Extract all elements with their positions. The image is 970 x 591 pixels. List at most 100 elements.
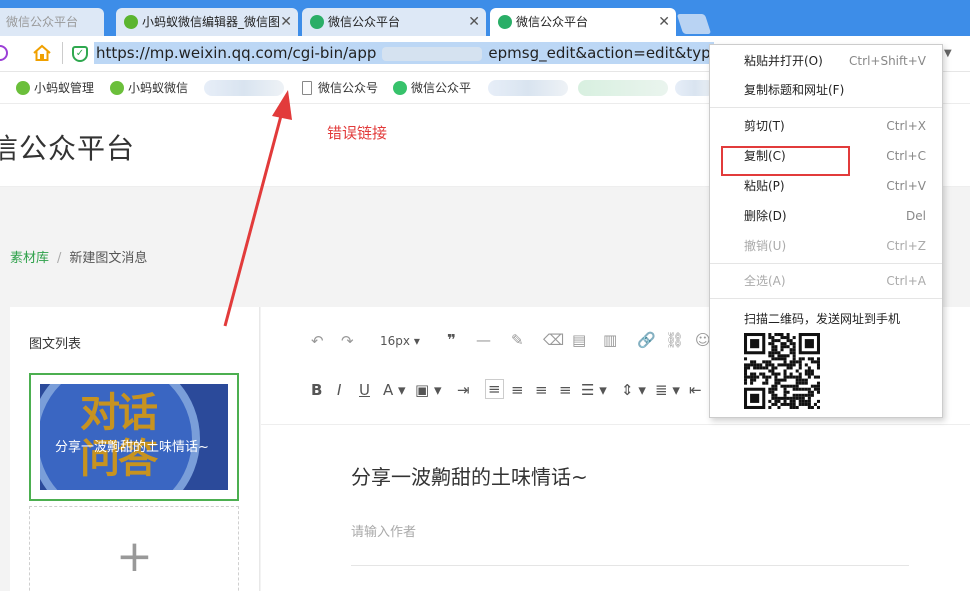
browser-window: { "tabs": [ {"label": "微信公众平台", "icon": …	[0, 0, 970, 591]
menu-item-shortcut: Ctrl+A	[886, 274, 926, 288]
wechat-icon	[310, 15, 324, 29]
menu-separator	[710, 263, 942, 264]
article-list-panel: 图文列表 对话问答 分享一波齁甜的土味情话~ +	[10, 307, 260, 591]
menu-item-label: 扫描二维码，发送网址到手机	[744, 312, 901, 326]
bookmark-item[interactable]: 小蚂蚁微信	[110, 79, 188, 97]
menu-item-paste[interactable]: 粘贴(P) Ctrl+V	[710, 175, 942, 197]
quote-icon[interactable]: ❞	[447, 331, 456, 349]
breadcrumb-root-link[interactable]: 素材库	[10, 251, 49, 266]
menu-item-copy-title-url[interactable]: 复制标题和网址(F)	[710, 79, 942, 101]
format-painter-icon[interactable]: ✎	[511, 331, 524, 349]
underline-icon[interactable]: U	[359, 381, 370, 399]
background-color-icon[interactable]: ▣ ▾	[415, 381, 441, 399]
menu-item-scan-qr[interactable]: 扫描二维码，发送网址到手机	[710, 308, 942, 330]
list-icon[interactable]: ☰ ▾	[581, 381, 607, 399]
bookmark-label: 小蚂蚁管理	[34, 81, 95, 95]
menu-item-label: 删除(D)	[744, 209, 787, 223]
tab-2-label: 小蚂蚁微信编辑器_微信图	[142, 15, 281, 29]
align-left-icon[interactable]: ≡	[485, 379, 504, 399]
wechat-icon	[498, 15, 512, 29]
divider	[62, 42, 63, 64]
menu-item-shortcut: Ctrl+X	[886, 119, 926, 133]
menu-item-undo: 撤销(U) Ctrl+Z	[710, 235, 942, 257]
link-icon[interactable]: 🔗	[637, 331, 656, 349]
bookmark-item[interactable]: 微信公众号	[300, 79, 378, 97]
menu-item-label: 粘贴(P)	[744, 179, 785, 193]
undo-icon[interactable]: ↶	[311, 332, 324, 350]
tab-bar: 微信公众平台 小蚂蚁微信编辑器_微信图 ✕ 微信公众平台 ✕ 微信公众平台 ✕	[0, 0, 970, 40]
refresh-icon[interactable]	[0, 45, 8, 61]
font-size-select[interactable]: 16px ▾	[380, 334, 420, 348]
url-text-start: https://mp.weixin.qq.com/cgi-bin/app	[96, 44, 377, 62]
plus-icon: +	[116, 531, 153, 582]
divider	[351, 565, 909, 566]
blurred-bookmark[interactable]	[204, 80, 284, 96]
article-title-input[interactable]: 分享一波齁甜的土味情话~	[351, 461, 588, 490]
bookmark-label: 微信公众平	[411, 81, 472, 95]
italic-icon[interactable]: I	[337, 381, 341, 399]
menu-separator	[710, 298, 942, 299]
menu-item-select-all: 全选(A) Ctrl+A	[710, 270, 942, 292]
document-icon[interactable]: ▥	[603, 331, 617, 349]
close-icon[interactable]: ✕	[658, 8, 670, 36]
close-icon[interactable]: ✕	[280, 8, 292, 36]
bookmark-item[interactable]: 微信公众平	[393, 79, 471, 97]
highlight-box	[721, 146, 850, 176]
chevron-down-icon[interactable]: ▼	[944, 48, 952, 59]
breadcrumb: 素材库 / 新建图文消息	[10, 247, 147, 266]
author-input[interactable]: 请输入作者	[351, 521, 416, 540]
close-icon[interactable]: ✕	[468, 8, 480, 36]
new-tab-button[interactable]	[676, 14, 712, 34]
align-justify-icon[interactable]: ≡	[559, 381, 572, 399]
bookmark-label: 微信公众号	[318, 81, 379, 95]
paragraph-spacing-icon[interactable]: ≣ ▾	[655, 381, 680, 399]
align-center-icon[interactable]: ≡	[511, 381, 524, 399]
bookmark-item[interactable]: 小蚂蚁管理	[16, 79, 94, 97]
menu-item-label: 全选(A)	[744, 274, 786, 288]
tab-1[interactable]: 微信公众平台	[0, 8, 104, 36]
cover-image-text: 对话问答	[80, 390, 158, 482]
unlink-icon[interactable]: ⛓	[665, 331, 684, 349]
tab-3[interactable]: 微信公众平台 ✕	[302, 8, 486, 36]
tab-2[interactable]: 小蚂蚁微信编辑器_微信图 ✕	[116, 8, 298, 36]
context-menu: 粘贴并打开(O) Ctrl+Shift+V 复制标题和网址(F) 剪切(T) C…	[709, 44, 943, 418]
blurred-bookmark[interactable]	[488, 80, 568, 96]
document-icon	[302, 81, 312, 95]
menu-item-delete[interactable]: 删除(D) Del	[710, 205, 942, 227]
menu-item-cut[interactable]: 剪切(T) Ctrl+X	[710, 115, 942, 137]
home-icon[interactable]	[32, 44, 52, 62]
blurred-url-segment	[382, 46, 483, 61]
add-article-button[interactable]: +	[29, 506, 239, 591]
tab-4-label: 微信公众平台	[516, 15, 589, 29]
bold-icon[interactable]: B	[311, 381, 322, 399]
align-right-icon[interactable]: ≡	[535, 381, 548, 399]
page-title: 信公众平台	[0, 132, 136, 165]
redo-icon[interactable]: ↷	[341, 332, 354, 350]
qr-code-icon	[744, 333, 820, 409]
menu-item-shortcut: Ctrl+Shift+V	[849, 54, 926, 68]
blurred-bookmark[interactable]	[578, 80, 668, 96]
bookmark-label: 小蚂蚁微信	[128, 81, 189, 95]
url-text-end: epmsg_edit&action=edit&type=10&a	[488, 44, 714, 62]
menu-item-shortcut: Ctrl+Z	[886, 239, 926, 253]
url-input[interactable]: https://mp.weixin.qq.com/cgi-bin/app epms…	[94, 42, 714, 64]
insert-template-icon[interactable]: ▤	[572, 331, 586, 349]
article-list-title: 图文列表	[29, 337, 82, 352]
tab-1-label: 微信公众平台	[6, 15, 79, 29]
breadcrumb-current: 新建图文消息	[69, 251, 148, 266]
outdent-icon[interactable]: ⇤	[689, 381, 702, 399]
menu-item-shortcut: Del	[906, 209, 926, 223]
security-shield-icon[interactable]: ✓	[72, 46, 88, 62]
horizontal-rule-icon[interactable]: —	[476, 331, 491, 349]
menu-item-shortcut: Ctrl+V	[886, 179, 926, 193]
font-color-icon[interactable]: A ▾	[383, 381, 406, 399]
article-card-caption: 分享一波齁甜的土味情话~	[55, 440, 209, 455]
indent-icon[interactable]: ⇥	[457, 381, 470, 399]
line-height-icon[interactable]: ⇕ ▾	[621, 381, 646, 399]
ant-icon	[16, 81, 30, 95]
article-card-selected[interactable]: 对话问答 分享一波齁甜的土味情话~	[29, 373, 239, 501]
clear-format-icon[interactable]: ⌫	[543, 331, 564, 349]
menu-item-paste-and-open[interactable]: 粘贴并打开(O) Ctrl+Shift+V	[710, 50, 942, 72]
ant-icon	[110, 81, 124, 95]
menu-item-shortcut: Ctrl+C	[886, 149, 926, 163]
